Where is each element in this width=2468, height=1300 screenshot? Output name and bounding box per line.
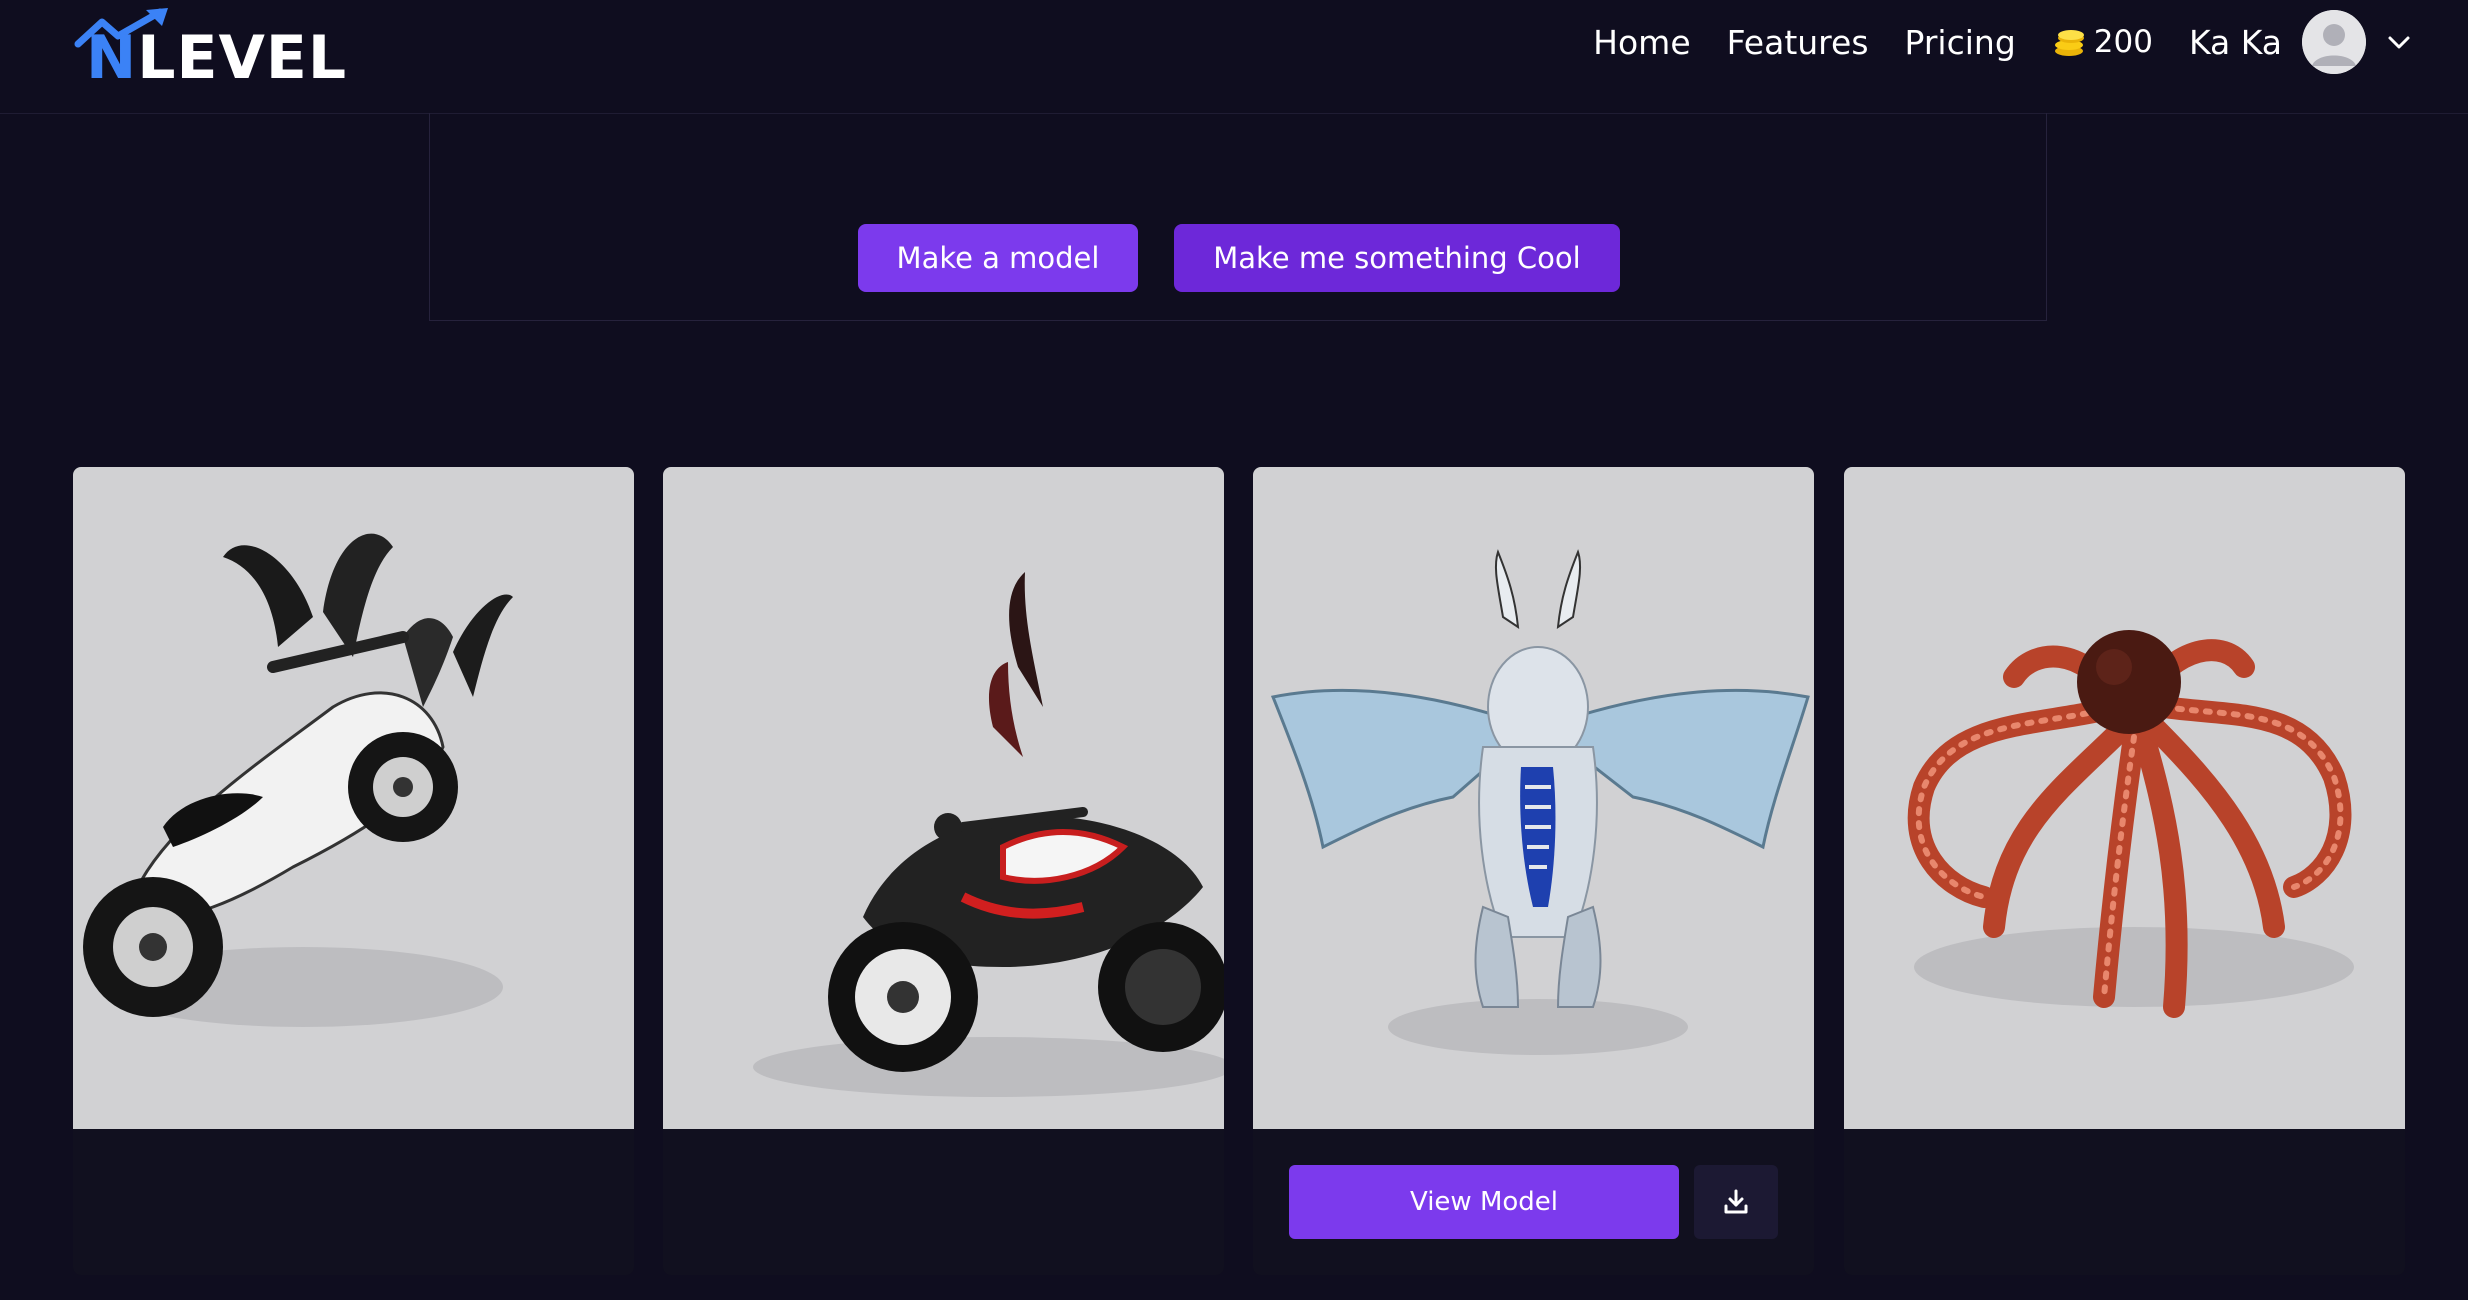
user-name: Ka Ka xyxy=(2188,22,2282,62)
coins-icon xyxy=(2054,30,2084,56)
model-preview-motorcycle-white[interactable] xyxy=(73,467,634,1129)
card-footer xyxy=(1844,1129,2405,1275)
logo-letter-n: N xyxy=(86,23,138,93)
model-card[interactable] xyxy=(73,467,634,1275)
make-something-cool-button[interactable]: Make me something Cool xyxy=(1174,224,1620,292)
top-navbar: NLEVEL Home Features Pricing 200 Ka Ka xyxy=(0,0,2468,114)
avatar[interactable] xyxy=(2302,10,2366,74)
view-model-button[interactable]: View Model xyxy=(1289,1165,1679,1239)
model-card[interactable]: View Model xyxy=(1253,467,1814,1275)
credits-count: 200 xyxy=(2093,24,2153,60)
card-actions: View Model xyxy=(1253,1129,1814,1275)
card-footer xyxy=(73,1129,634,1275)
white-motorcycle-illustration xyxy=(83,533,513,1027)
model-card[interactable] xyxy=(1844,467,2405,1275)
nlevel-logo[interactable]: NLEVEL xyxy=(72,8,352,108)
logo-letters-level: LEVEL xyxy=(137,23,348,93)
make-model-button[interactable]: Make a model xyxy=(858,224,1138,292)
main-nav: Home Features Pricing 200 Ka Ka xyxy=(1593,0,2412,84)
download-button[interactable] xyxy=(1694,1165,1778,1239)
prompt-panel: Make a model Make me something Cool xyxy=(429,113,2047,321)
nav-pricing[interactable]: Pricing xyxy=(1905,26,2016,59)
user-placeholder-icon xyxy=(2302,10,2366,74)
model-preview-motorcycle-red[interactable] xyxy=(663,467,1224,1129)
nav-features[interactable]: Features xyxy=(1727,26,1869,59)
red-motorcycle-illustration xyxy=(753,572,1224,1097)
logo-text: NLEVEL xyxy=(86,28,347,88)
octopus-illustration xyxy=(1907,630,2354,1018)
card-footer xyxy=(663,1129,1224,1275)
nav-home[interactable]: Home xyxy=(1593,26,1690,59)
download-icon xyxy=(1724,1189,1748,1214)
chevron-down-icon[interactable] xyxy=(2386,29,2412,55)
model-card[interactable] xyxy=(663,467,1224,1275)
credits-balance: 200 xyxy=(2052,24,2153,60)
model-preview-octopus[interactable] xyxy=(1844,467,2405,1129)
user-menu[interactable]: Ka Ka xyxy=(2189,10,2412,74)
model-preview-dragon[interactable] xyxy=(1253,467,1814,1129)
dragon-illustration xyxy=(1270,549,1810,1055)
page: NLEVEL Home Features Pricing 200 Ka Ka M… xyxy=(0,0,2468,1300)
